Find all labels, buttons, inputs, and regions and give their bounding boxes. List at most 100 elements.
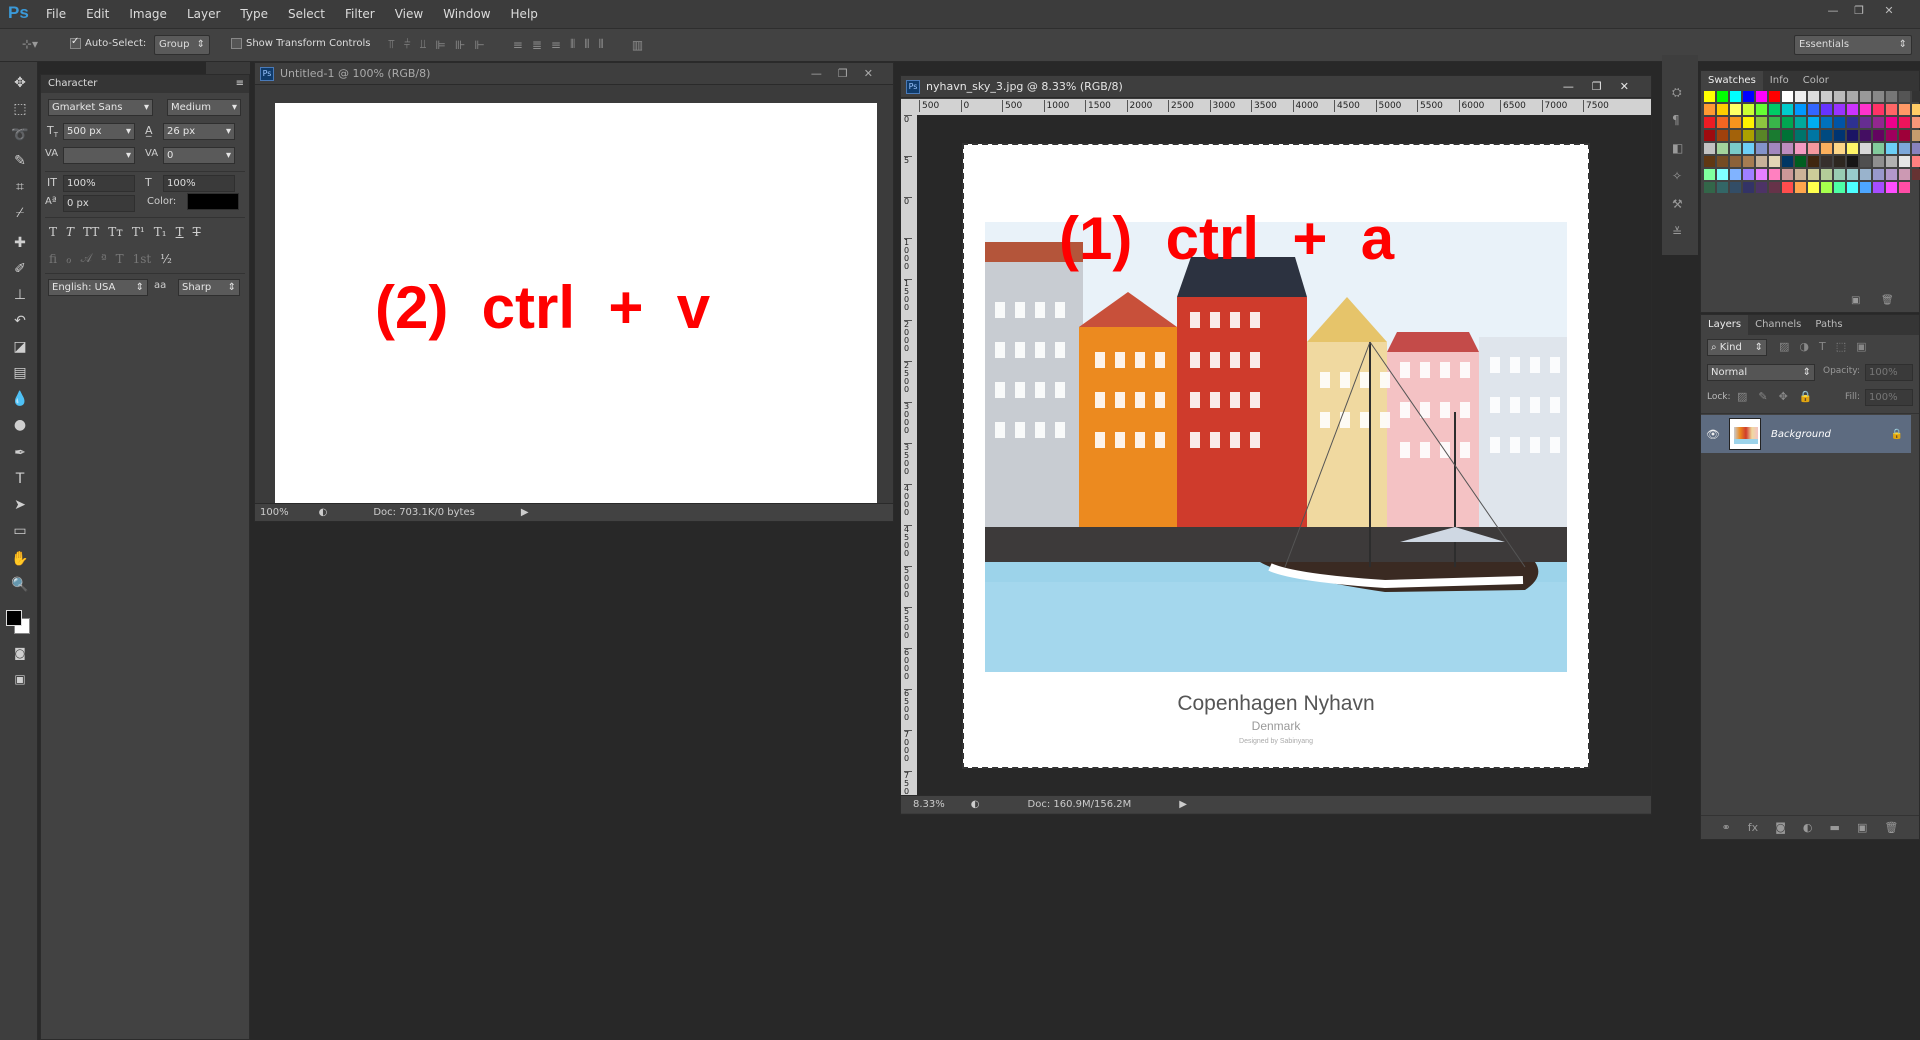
menu-view[interactable]: View [385, 0, 433, 28]
swatch-22[interactable] [1730, 104, 1741, 115]
swatch-116[interactable] [1912, 156, 1920, 167]
swatch-112[interactable] [1860, 156, 1871, 167]
swatch-26[interactable] [1782, 104, 1793, 115]
swatch-4[interactable] [1756, 91, 1767, 102]
swatch-142[interactable] [1730, 182, 1741, 193]
swatch-8[interactable] [1808, 91, 1819, 102]
swatch-84[interactable] [1756, 143, 1767, 154]
delete-swatch-icon[interactable]: 🗑 [1881, 295, 1894, 306]
swatch-151[interactable] [1847, 182, 1858, 193]
swatch-95[interactable] [1899, 143, 1910, 154]
swatch-25[interactable] [1769, 104, 1780, 115]
swatch-45[interactable] [1769, 117, 1780, 128]
menu-edit[interactable]: Edit [76, 0, 119, 28]
swatch-135[interactable] [1899, 169, 1910, 180]
lock-all-icon[interactable]: 🔒 [1799, 390, 1813, 403]
swatch-131[interactable] [1847, 169, 1858, 180]
doc2-zoom-level[interactable]: 8.33% [913, 796, 945, 814]
horizontal-scale-input[interactable]: 100% [163, 175, 235, 192]
doc2-info-icon[interactable]: ◐ [971, 796, 980, 814]
swatch-114[interactable] [1886, 156, 1897, 167]
swatch-40[interactable] [1704, 117, 1715, 128]
menu-select[interactable]: Select [278, 0, 335, 28]
add-mask-icon[interactable]: ◙ [1775, 821, 1786, 834]
doc1-zoom-level[interactable]: 100% [260, 504, 289, 522]
canvas-nyhavn[interactable]: Copenhagen Nyhavn Denmark Designed by Sa… [962, 143, 1590, 769]
swatch-46[interactable] [1782, 117, 1793, 128]
swatch-69[interactable] [1821, 130, 1832, 141]
swatch-86[interactable] [1782, 143, 1793, 154]
workspace-dropdown[interactable]: Essentials ⇕ [1794, 35, 1912, 55]
swatch-2[interactable] [1730, 91, 1741, 102]
crop-icon[interactable]: ⌗ [8, 176, 32, 198]
swatch-13[interactable] [1873, 91, 1884, 102]
tab-layers[interactable]: Layers [1701, 315, 1749, 335]
show-transform-checkbox[interactable] [231, 38, 242, 49]
quick-mask-icon[interactable]: ◙ [8, 642, 32, 664]
brush-icon[interactable]: ✐ [8, 258, 32, 280]
tab-paths[interactable]: Paths [1808, 315, 1849, 335]
swatch-155[interactable] [1899, 182, 1910, 193]
tool-presets-icon[interactable]: ⚒ [1672, 197, 1683, 211]
swatch-115[interactable] [1899, 156, 1910, 167]
swatch-90[interactable] [1834, 143, 1845, 154]
swatch-133[interactable] [1873, 169, 1884, 180]
swatch-70[interactable] [1834, 130, 1845, 141]
swatch-50[interactable] [1834, 117, 1845, 128]
swatch-15[interactable] [1899, 91, 1910, 102]
swatch-75[interactable] [1899, 130, 1910, 141]
type-icon[interactable]: T [8, 468, 32, 490]
swatch-34[interactable] [1886, 104, 1897, 115]
swatch-66[interactable] [1782, 130, 1793, 141]
kerning-input[interactable]: ▾ [63, 147, 135, 164]
history-brush-icon[interactable]: ↶ [8, 310, 32, 332]
ligature-icon[interactable]: fi [49, 252, 57, 266]
swatch-65[interactable] [1769, 130, 1780, 141]
font-style-select[interactable]: Medium ▾ [167, 99, 241, 116]
brush-presets-icon[interactable]: ✧ [1672, 169, 1682, 183]
align-right-icon[interactable]: ⊩ [474, 38, 484, 52]
small-caps-icon[interactable]: Tт [108, 225, 123, 239]
menu-filter[interactable]: Filter [335, 0, 385, 28]
delete-layer-icon[interactable]: 🗑 [1884, 821, 1898, 834]
swatch-28[interactable] [1808, 104, 1819, 115]
swatch-93[interactable] [1873, 143, 1884, 154]
swatch-146[interactable] [1782, 182, 1793, 193]
menu-image[interactable]: Image [119, 0, 177, 28]
filter-adjust-icon[interactable]: ◑ [1799, 340, 1809, 353]
menu-help[interactable]: Help [501, 0, 548, 28]
swatch-128[interactable] [1808, 169, 1819, 180]
swatch-82[interactable] [1730, 143, 1741, 154]
hand-icon[interactable]: ✋ [8, 548, 32, 570]
tab-channels[interactable]: Channels [1748, 315, 1808, 335]
swatch-149[interactable] [1821, 182, 1832, 193]
align-hcenter-icon[interactable]: ⊪ [455, 38, 465, 52]
swatch-88[interactable] [1808, 143, 1819, 154]
marquee-icon[interactable]: ⬚ [8, 98, 32, 120]
swatch-49[interactable] [1821, 117, 1832, 128]
filter-shape-icon[interactable]: ⬚ [1836, 340, 1846, 353]
link-layers-icon[interactable]: ⚭ [1722, 821, 1731, 834]
swatch-104[interactable] [1756, 156, 1767, 167]
swatch-54[interactable] [1886, 117, 1897, 128]
swatch-136[interactable] [1912, 169, 1920, 180]
layer-visibility-icon[interactable]: 👁 [1701, 428, 1725, 441]
swatch-110[interactable] [1834, 156, 1845, 167]
doc2-window-controls[interactable]: —❐✕ [1563, 76, 1651, 98]
zoom-icon[interactable]: 🔍 [8, 574, 32, 596]
auto-select-checkbox[interactable] [70, 36, 81, 49]
swatch-52[interactable] [1860, 117, 1871, 128]
swatch-23[interactable] [1743, 104, 1754, 115]
superscript-icon[interactable]: T¹ [132, 225, 145, 239]
swatch-61[interactable] [1717, 130, 1728, 141]
swatch-125[interactable] [1769, 169, 1780, 180]
swatch-67[interactable] [1795, 130, 1806, 141]
properties-panel-icon[interactable]: ≚ [1672, 225, 1682, 239]
ordinal-icon[interactable]: 1st [133, 252, 152, 266]
blend-mode-select[interactable]: Normal ⇕ [1707, 364, 1815, 381]
swatch-35[interactable] [1899, 104, 1910, 115]
layer-filter-kind[interactable]: ⌕ Kind ⇕ [1707, 339, 1767, 356]
tab-swatches[interactable]: Swatches [1701, 71, 1763, 91]
swatch-113[interactable] [1873, 156, 1884, 167]
swatch-141[interactable] [1717, 182, 1728, 193]
